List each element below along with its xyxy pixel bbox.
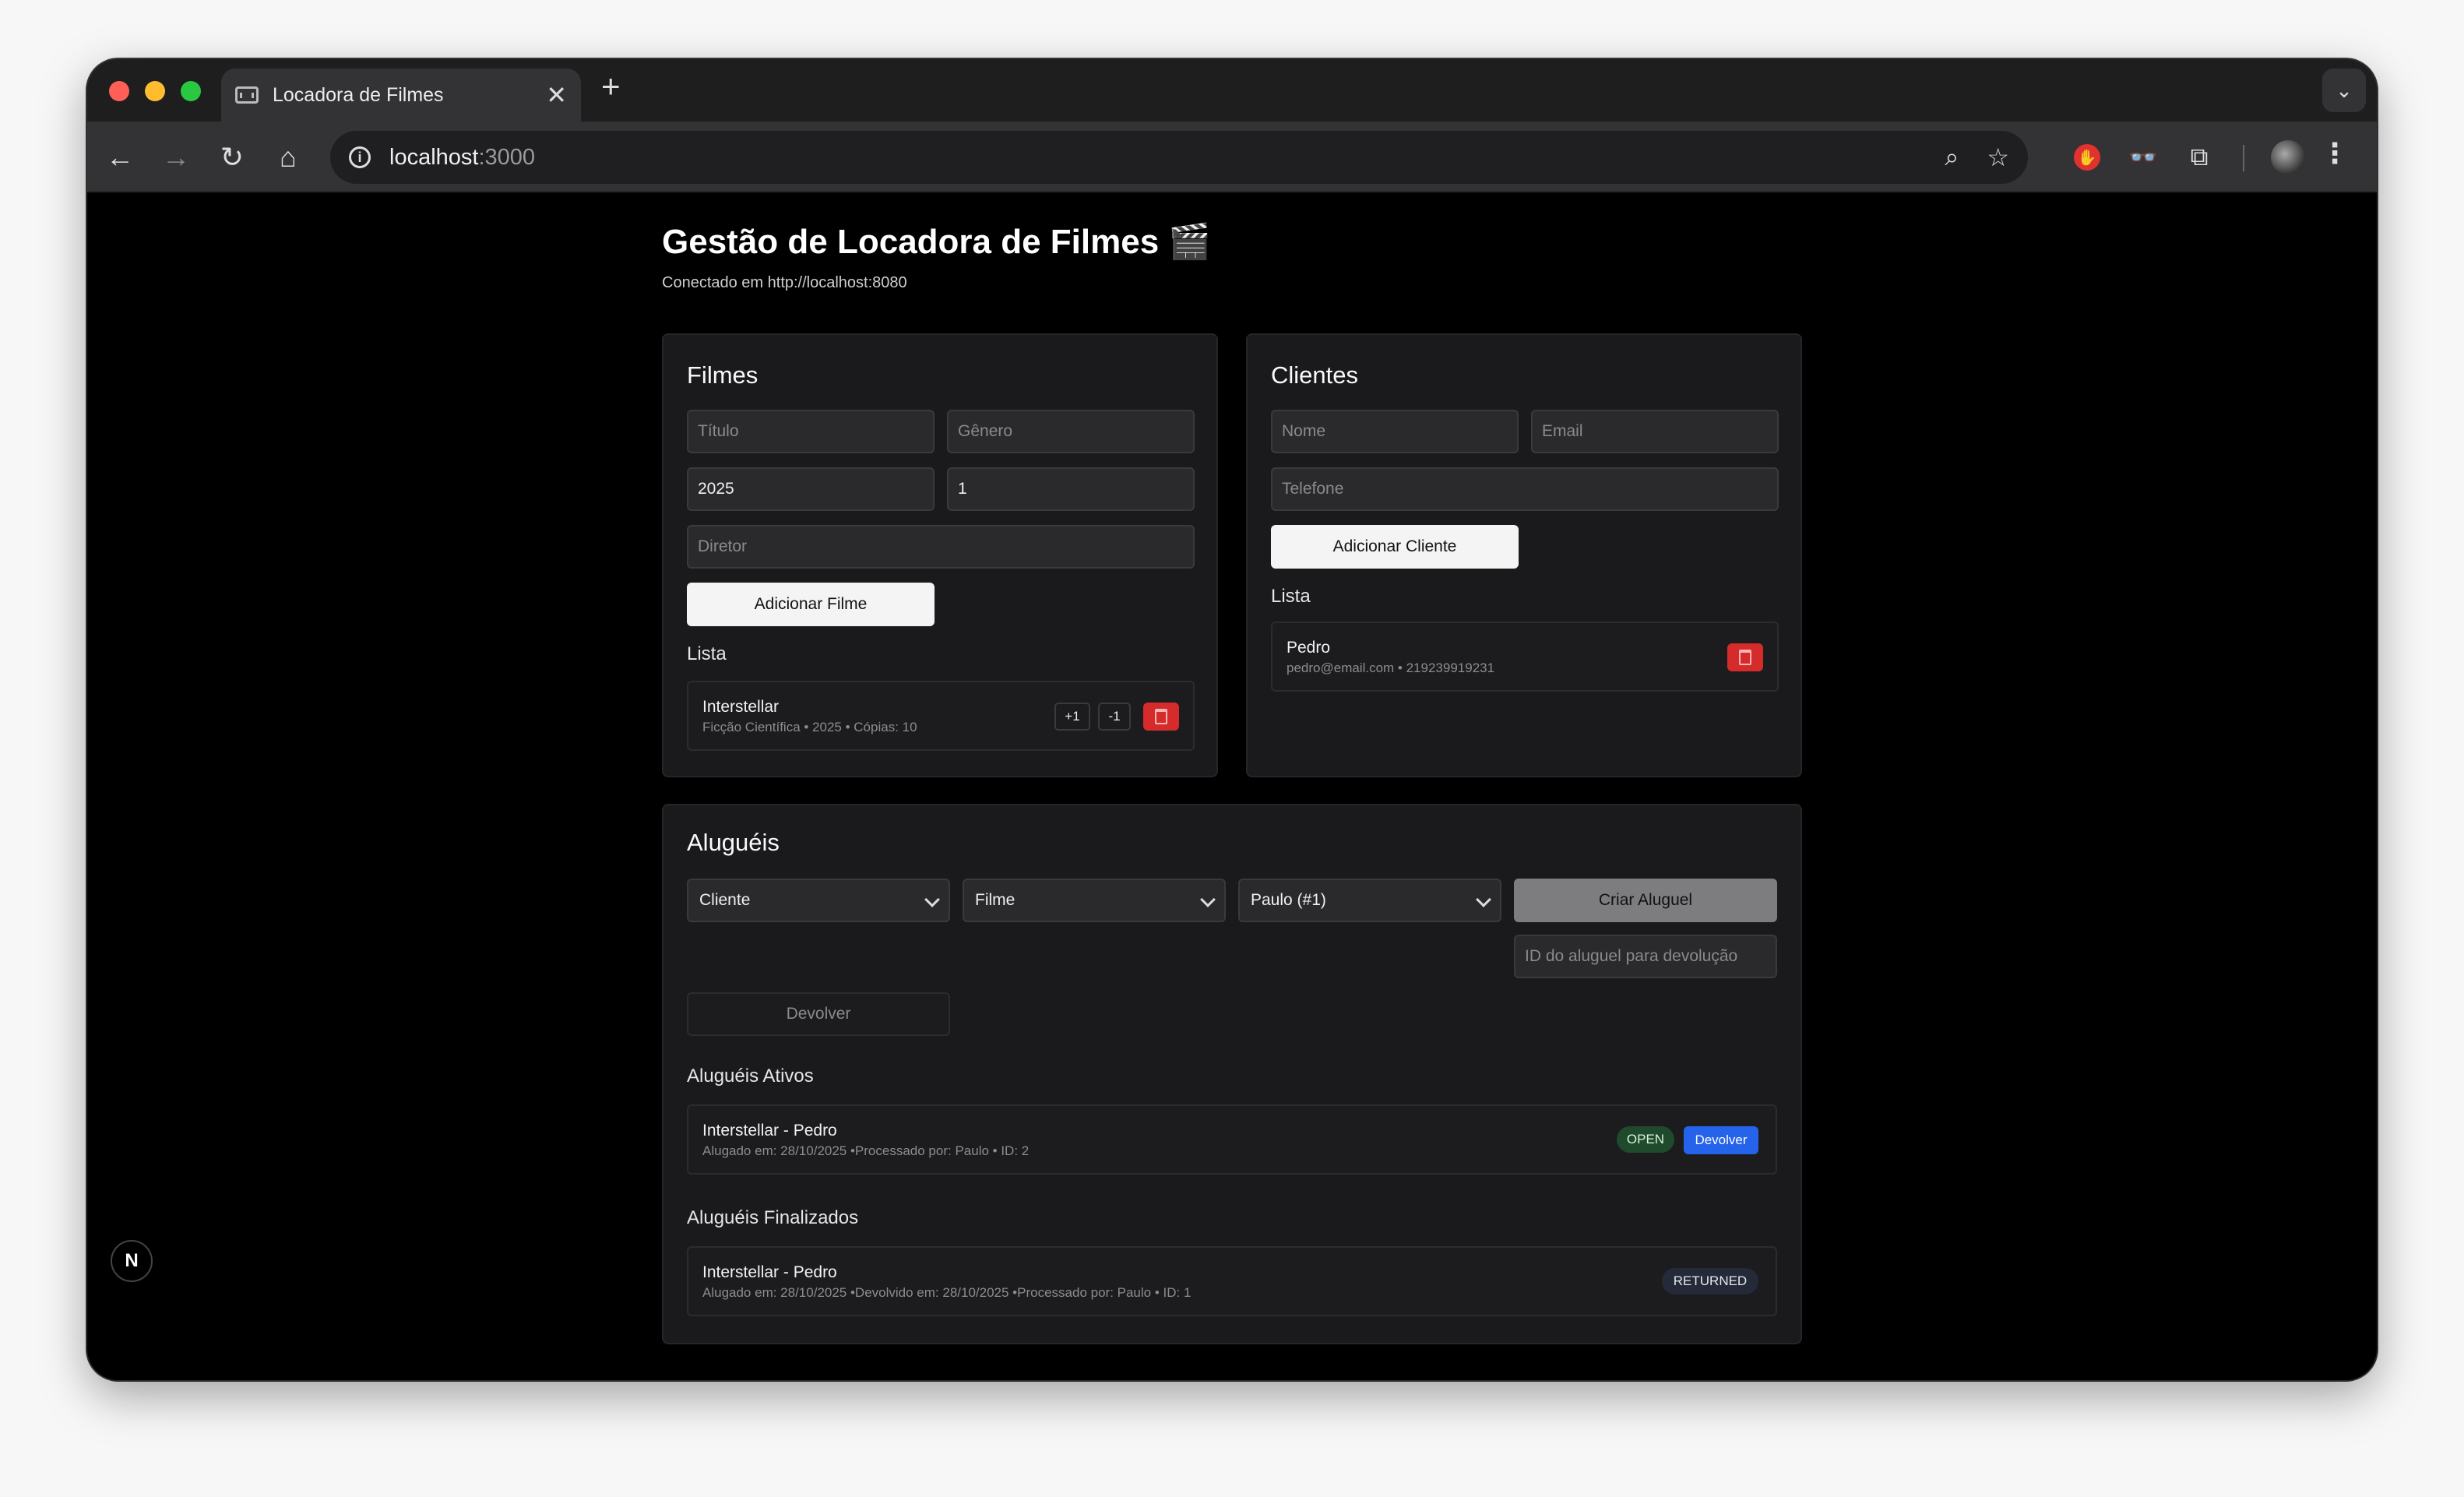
clientes-list-title: Lista	[1271, 586, 1311, 607]
chevron-down-icon: ⌄	[2336, 78, 2353, 102]
site-info-icon[interactable]: i	[349, 146, 371, 168]
page-viewport: Gestão de Locadora de Filmes 🎬 Conectado…	[87, 193, 2377, 1380]
maximize-window-button[interactable]	[181, 81, 201, 101]
tab-title: Locadora de Filmes	[273, 83, 444, 106]
chevron-down-icon	[924, 892, 940, 907]
url-port: :3000	[478, 144, 536, 170]
email-input[interactable]: Email	[1531, 410, 1779, 453]
delete-filme-button[interactable]	[1143, 703, 1179, 731]
toolbar-divider	[2243, 145, 2244, 171]
add-filme-button[interactable]: Adicionar Filme	[687, 583, 935, 626]
delete-cliente-button[interactable]	[1727, 643, 1763, 671]
url-host: localhost	[389, 144, 479, 170]
clientes-card: Clientes Nome Email Telefone Adicionar C…	[1246, 333, 1802, 777]
back-arrow-icon[interactable]: ←	[98, 136, 142, 179]
trash-icon	[1155, 709, 1167, 724]
trash-icon	[1739, 650, 1751, 665]
alugueis-ativos-title: Aluguéis Ativos	[687, 1066, 814, 1087]
list-item: Interstellar - Pedro Alugado em: 28/10/2…	[687, 1246, 1777, 1316]
filme-meta: Ficção Científica • 2025 • Cópias: 10	[702, 720, 917, 734]
browser-window: Locadora de Filmes ✕ + ⌄ ← → ↻ ⌂ i local…	[87, 59, 2377, 1380]
aluguel-title: Interstellar - Pedro	[702, 1122, 837, 1139]
genero-input[interactable]: Gênero	[947, 410, 1195, 453]
filme-select[interactable]: Filme	[963, 879, 1226, 922]
reload-icon[interactable]: ↻	[210, 136, 254, 179]
status-badge: OPEN	[1617, 1126, 1674, 1153]
titulo-input[interactable]: Título	[687, 410, 935, 453]
extension-adblock-icon[interactable]: ✋	[2068, 139, 2106, 176]
profile-avatar[interactable]	[2271, 140, 2305, 174]
alugueis-finalizados-title: Aluguéis Finalizados	[687, 1207, 859, 1228]
nextjs-dev-indicator[interactable]: N	[111, 1240, 153, 1282]
ano-input[interactable]: 2025	[687, 467, 935, 511]
decrease-copies-button[interactable]: -1	[1098, 703, 1131, 731]
tab-close-icon[interactable]: ✕	[546, 83, 567, 107]
list-item: Interstellar - Pedro Alugado em: 28/10/2…	[687, 1104, 1777, 1175]
clientes-title: Clientes	[1271, 361, 1358, 389]
kebab-menu-icon[interactable]: ⋮	[2321, 137, 2349, 170]
devolucao-id-input[interactable]: ID do aluguel para devolução	[1514, 935, 1777, 978]
status-badge: RETURNED	[1662, 1268, 1758, 1294]
devolver-aluguel-button[interactable]: Devolver	[1684, 1126, 1758, 1154]
filme-title: Interstellar	[702, 698, 780, 716]
list-item: Pedro pedro@email.com • 219239919231	[1271, 622, 1779, 692]
cliente-select-value: Cliente	[699, 891, 751, 909]
close-window-button[interactable]	[109, 81, 129, 101]
tab-search-button[interactable]: ⌄	[2322, 69, 2366, 112]
page-title: Gestão de Locadora de Filmes 🎬	[662, 223, 1212, 261]
browser-tab[interactable]: Locadora de Filmes ✕	[221, 69, 581, 122]
zoom-icon[interactable]: ⌕	[1945, 143, 1959, 172]
forward-arrow-icon[interactable]: →	[154, 136, 198, 179]
nome-input[interactable]: Nome	[1271, 410, 1519, 453]
cliente-select[interactable]: Cliente	[687, 879, 950, 922]
diretor-input[interactable]: Diretor	[687, 525, 1195, 569]
add-cliente-button[interactable]: Adicionar Cliente	[1271, 525, 1519, 569]
increase-copies-button[interactable]: +1	[1054, 703, 1090, 731]
aluguel-meta: Alugado em: 28/10/2025 •Devolvido em: 28…	[702, 1285, 1192, 1300]
connection-status: Conectado em http://localhost:8080	[662, 274, 907, 291]
list-item: Interstellar Ficção Científica • 2025 • …	[687, 681, 1195, 751]
alugueis-title: Aluguéis	[687, 829, 780, 856]
filmes-card: Filmes Título Gênero 2025 1 Diretor Adic…	[662, 333, 1218, 777]
filmes-list-title: Lista	[687, 643, 727, 664]
address-bar[interactable]: i localhost :3000 ⌕ ☆	[330, 131, 2028, 184]
funcionario-select-value: Paulo (#1)	[1251, 891, 1326, 909]
tab-strip: Locadora de Filmes ✕ + ⌄	[87, 59, 2377, 122]
chevron-down-icon	[1476, 892, 1491, 907]
criar-aluguel-button[interactable]: Criar Aluguel	[1514, 879, 1777, 922]
filmes-title: Filmes	[687, 361, 759, 389]
funcionario-select[interactable]: Paulo (#1)	[1238, 879, 1501, 922]
home-icon[interactable]: ⌂	[266, 136, 310, 179]
minimize-window-button[interactable]	[145, 81, 165, 101]
copias-input[interactable]: 1	[947, 467, 1195, 511]
browser-toolbar: ← → ↻ ⌂ i localhost :3000 ⌕ ☆ ✋ 👓 ⧉ ⋮	[87, 122, 2377, 193]
film-favicon-icon	[235, 86, 259, 104]
bookmark-star-icon[interactable]: ☆	[1987, 143, 2009, 172]
cliente-name: Pedro	[1287, 639, 1331, 657]
cliente-meta: pedro@email.com • 219239919231	[1287, 660, 1495, 675]
extensions-puzzle-icon[interactable]: ⧉	[2181, 139, 2218, 176]
alugueis-card: Aluguéis Cliente Filme Paulo (#1) Criar …	[662, 804, 1802, 1344]
telefone-input[interactable]: Telefone	[1271, 467, 1779, 511]
devolver-button[interactable]: Devolver	[687, 992, 950, 1036]
filme-select-value: Filme	[975, 891, 1016, 909]
aluguel-title: Interstellar - Pedro	[702, 1263, 837, 1281]
extension-glasses-icon[interactable]: 👓	[2124, 139, 2162, 176]
aluguel-meta: Alugado em: 28/10/2025 •Processado por: …	[702, 1143, 1030, 1158]
chevron-down-icon	[1200, 892, 1216, 907]
new-tab-button[interactable]: +	[601, 70, 621, 103]
